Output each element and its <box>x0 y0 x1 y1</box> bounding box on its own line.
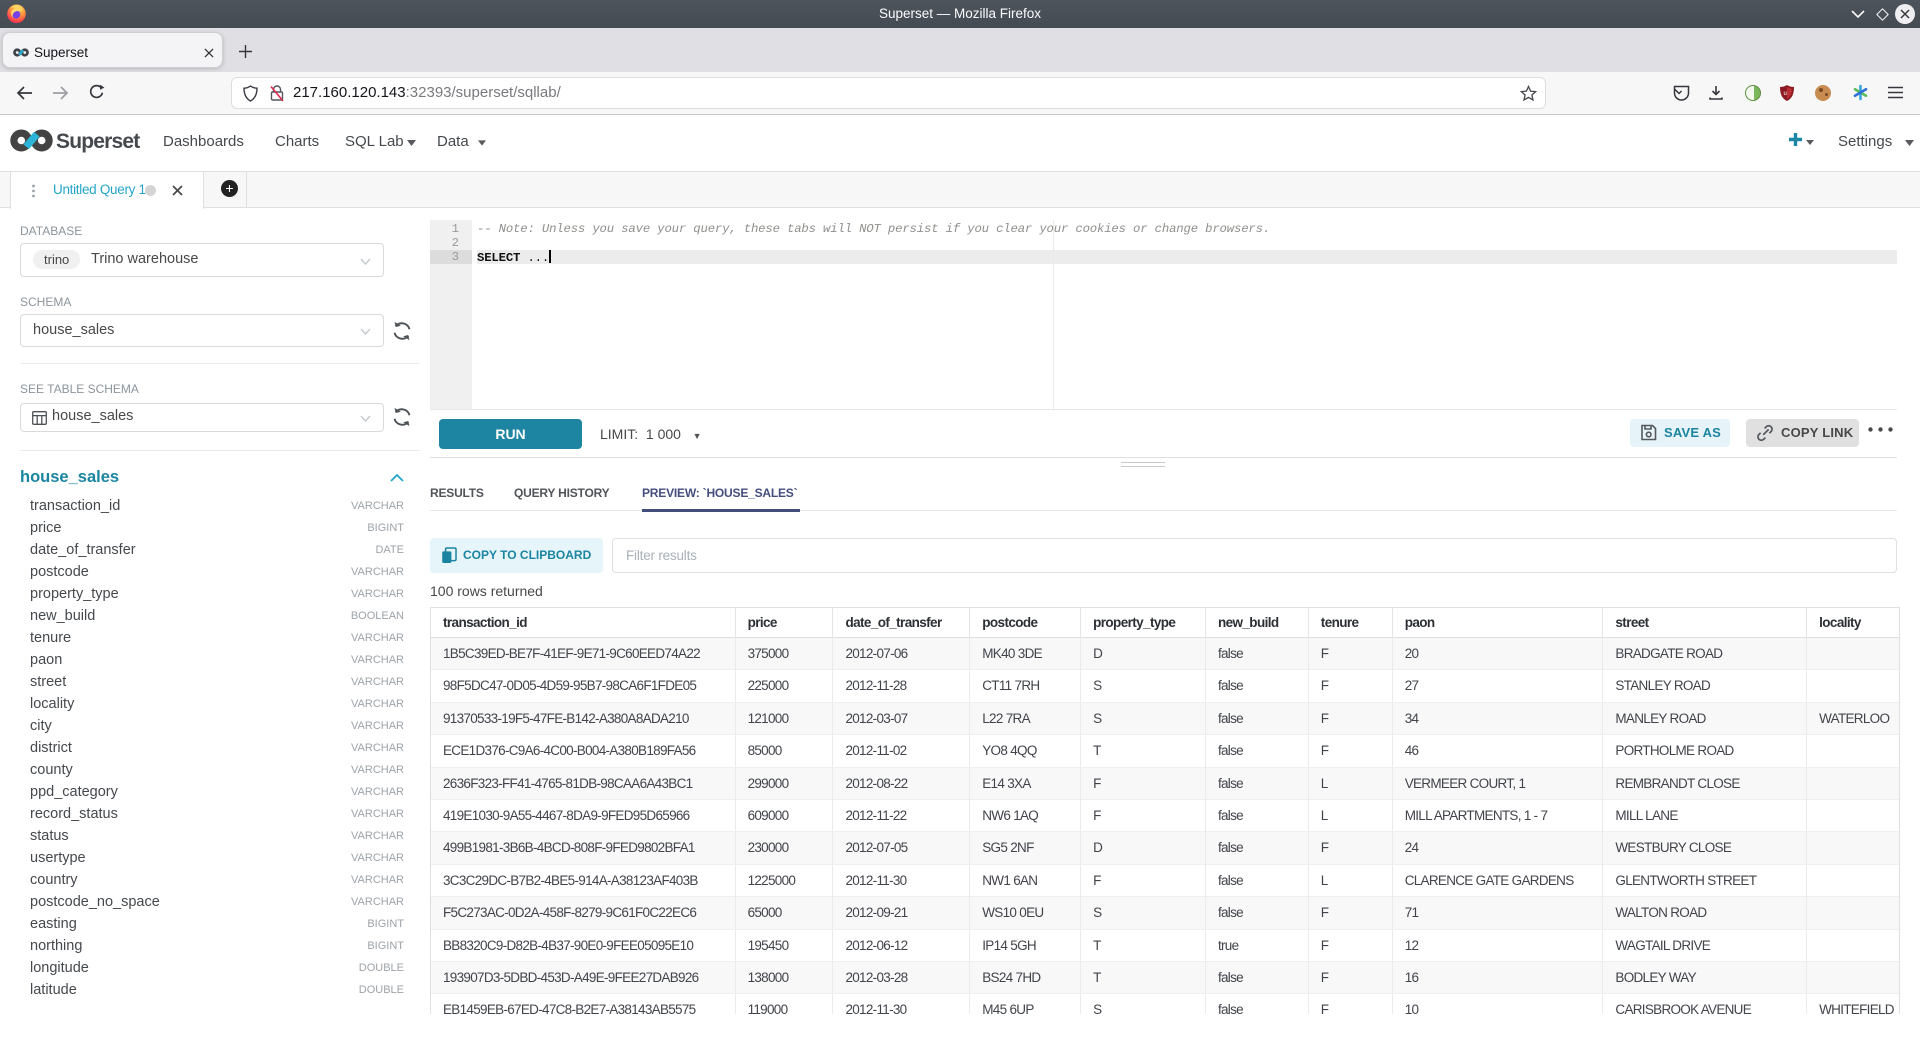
svg-text:u: u <box>1784 91 1787 97</box>
